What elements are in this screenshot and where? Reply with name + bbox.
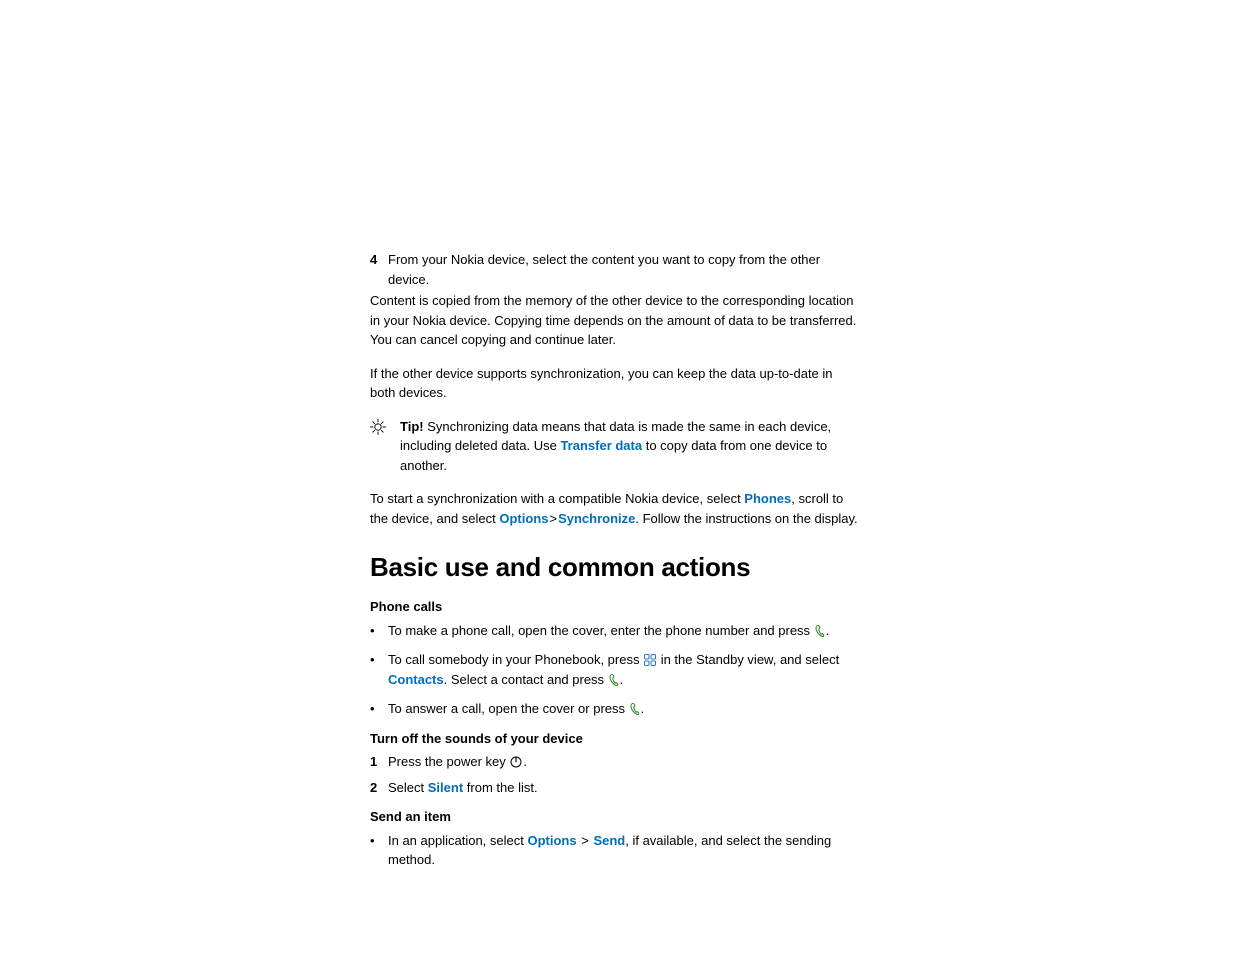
phone-calls-heading: Phone calls: [370, 597, 860, 617]
silent-link: Silent: [428, 780, 463, 795]
phone-call-bullet-2: To call somebody in your Phonebook, pres…: [370, 650, 860, 689]
phone-call-bullet-1: To make a phone call, open the cover, en…: [370, 621, 860, 641]
step-4-number: 4: [370, 250, 388, 289]
turn-off-step-2: Select Silent from the list.: [370, 778, 860, 798]
pc-b3-end: .: [641, 701, 645, 716]
to-s1-end: .: [523, 754, 527, 769]
pc-b1-text: To make a phone call, open the cover, en…: [388, 623, 814, 638]
pc-b1-end: .: [826, 623, 830, 638]
options-link: Options: [499, 511, 548, 526]
to-s2a: Select: [388, 780, 428, 795]
tip-text: Tip! Synchronizing data means that data …: [400, 417, 860, 476]
send-item-bullet: In an application, select Options > Send…: [370, 831, 860, 870]
pc-b2a: To call somebody in your Phonebook, pres…: [388, 652, 643, 667]
send-item-list: In an application, select Options > Send…: [370, 831, 860, 870]
synchronize-link: Synchronize: [558, 511, 635, 526]
tip-icon: [370, 417, 400, 441]
start-sync-t1: To start a synchronization with a compat…: [370, 491, 744, 506]
to-s2b: from the list.: [463, 780, 537, 795]
menu-key-icon: [644, 654, 656, 666]
si-b1a: In an application, select: [388, 833, 527, 848]
phones-link: Phones: [744, 491, 791, 506]
copy-content-para: Content is copied from the memory of the…: [370, 291, 860, 350]
tip-label: Tip!: [400, 419, 424, 434]
phone-calls-list: To make a phone call, open the cover, en…: [370, 621, 860, 719]
section-heading: Basic use and common actions: [370, 548, 860, 587]
gt-1: >: [549, 511, 557, 526]
send-item-heading: Send an item: [370, 807, 860, 827]
manual-page: 4 From your Nokia device, select the con…: [370, 0, 1230, 870]
start-sync-para: To start a synchronization with a compat…: [370, 489, 860, 528]
transfer-data-link: Transfer data: [560, 438, 642, 453]
turn-off-steps: Press the power key . Select Silent from…: [370, 752, 860, 797]
turn-off-heading: Turn off the sounds of your device: [370, 729, 860, 749]
pc-b3: To answer a call, open the cover or pres…: [388, 701, 629, 716]
call-key-icon-3: [630, 703, 640, 715]
pc-b2c: . Select a contact and press: [444, 672, 608, 687]
to-s1: Press the power key: [388, 754, 509, 769]
gt-2: >: [581, 833, 589, 848]
step-4-text: From your Nokia device, select the conte…: [388, 250, 860, 289]
turn-off-step-1: Press the power key .: [370, 752, 860, 772]
send-options-link: Options: [527, 833, 576, 848]
step-4-row: 4 From your Nokia device, select the con…: [370, 250, 860, 289]
call-key-icon-2: [609, 674, 619, 686]
start-sync-t3: . Follow the instructions on the display…: [635, 511, 857, 526]
send-link: Send: [593, 833, 625, 848]
content-column: 4 From your Nokia device, select the con…: [370, 250, 860, 870]
power-key-icon: [510, 756, 522, 768]
pc-b2-end: .: [620, 672, 624, 687]
pc-b2b: in the Standby view, and select: [657, 652, 839, 667]
tip-row: Tip! Synchronizing data means that data …: [370, 417, 860, 476]
call-key-icon: [815, 625, 825, 637]
contacts-link: Contacts: [388, 672, 444, 687]
phone-call-bullet-3: To answer a call, open the cover or pres…: [370, 699, 860, 719]
sync-support-para: If the other device supports synchroniza…: [370, 364, 860, 403]
